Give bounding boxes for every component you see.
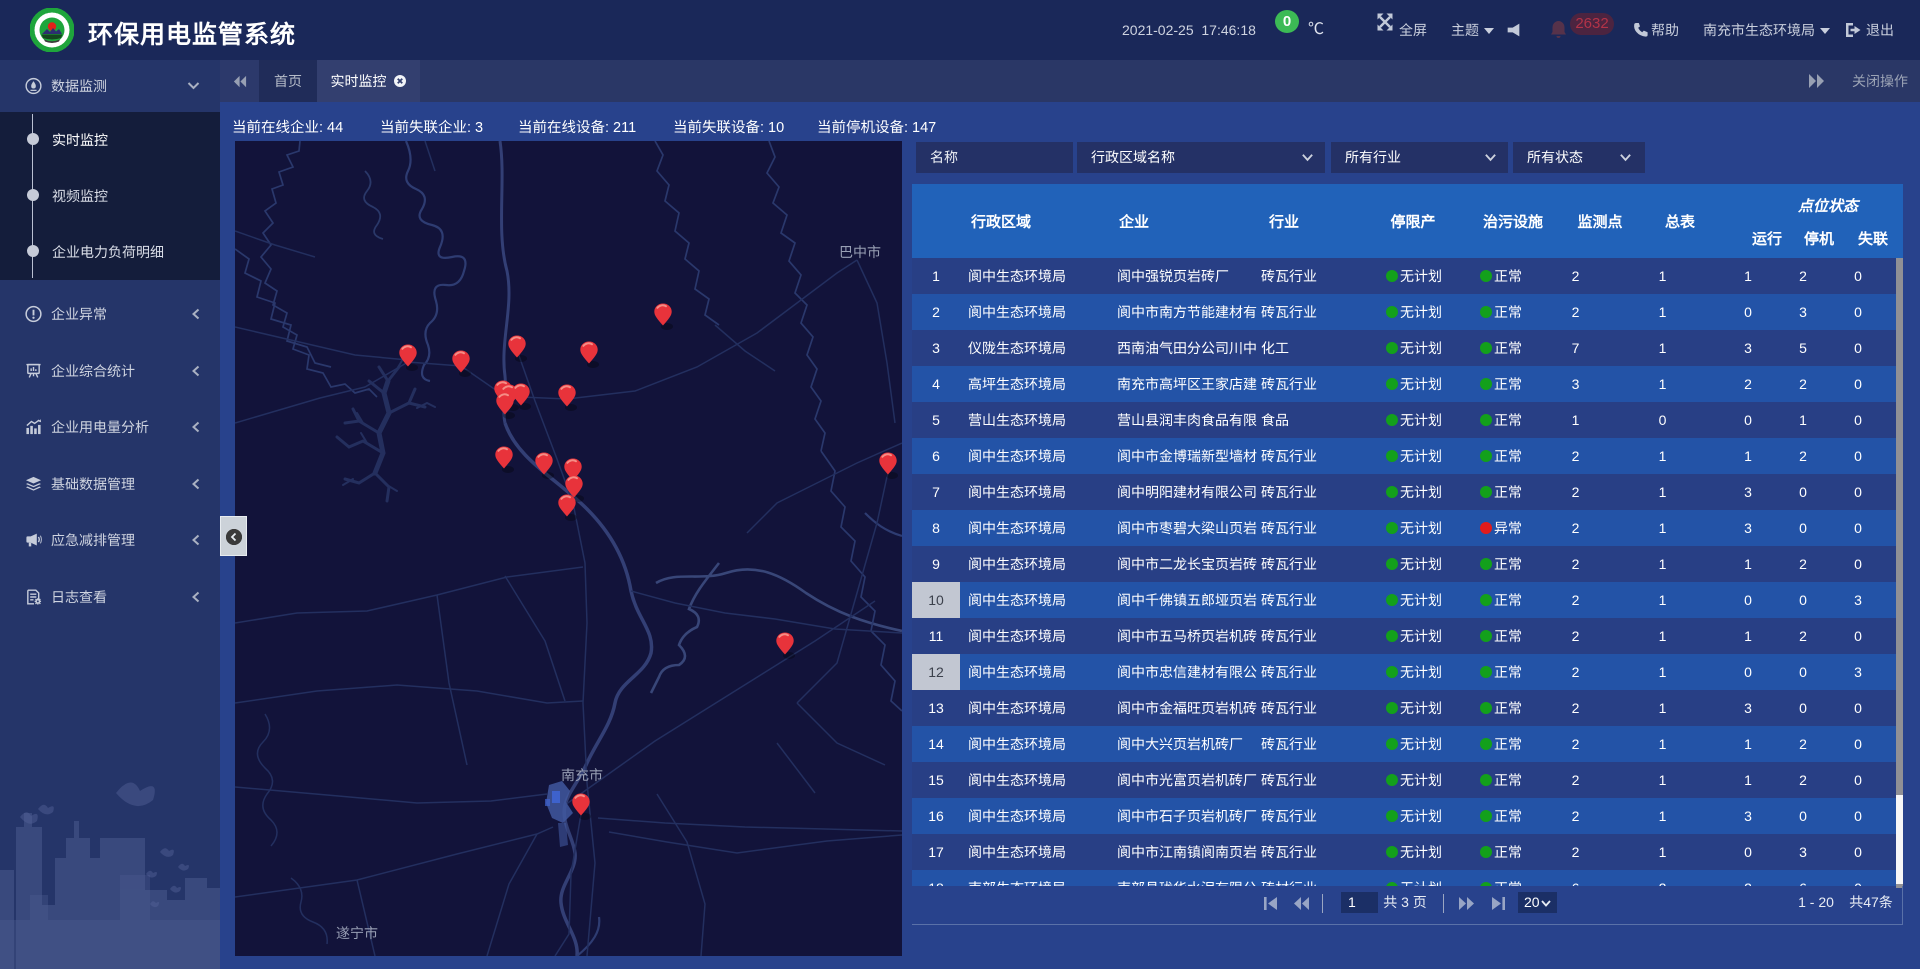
svg-text:遂宁市: 遂宁市 [336, 925, 378, 941]
svg-text:南充市: 南充市 [561, 767, 603, 783]
svg-text:巴中市: 巴中市 [839, 244, 881, 260]
